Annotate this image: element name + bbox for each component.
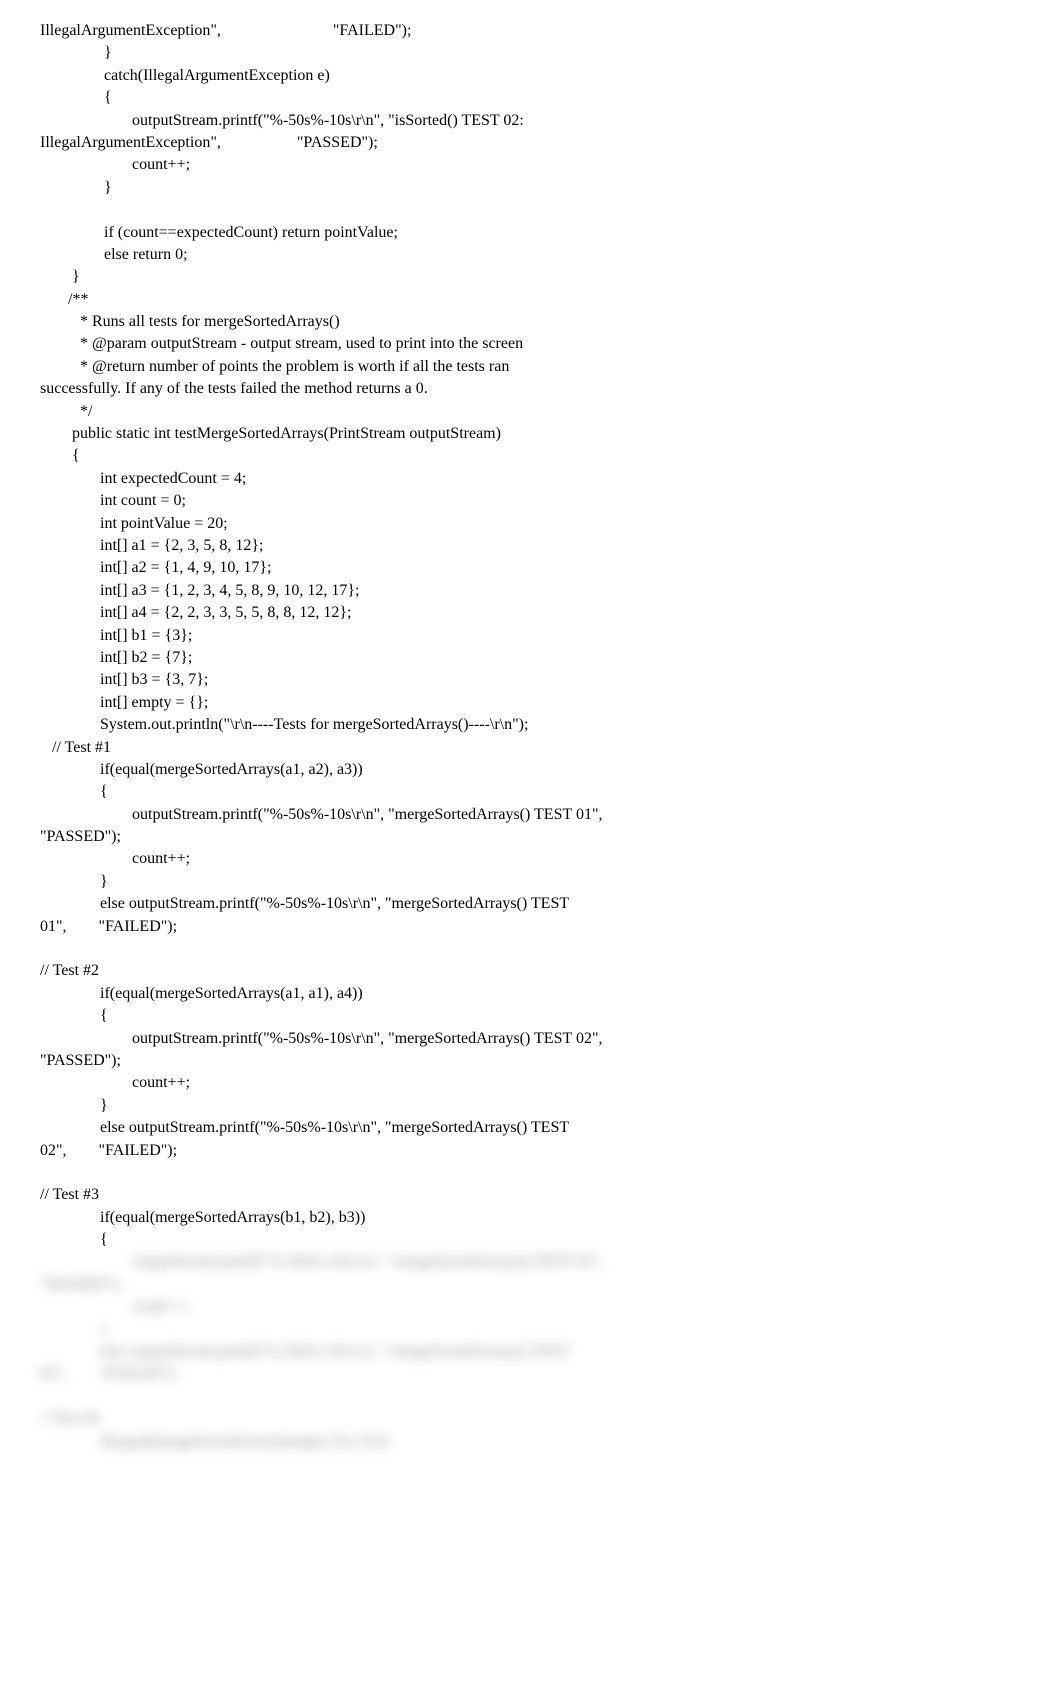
code-line: } (40, 179, 112, 196)
code-line: outputStream.printf("%-50s%-10s\r\n", "m… (40, 806, 603, 823)
code-line: // Test #1 (40, 739, 111, 756)
blurred-line: } (40, 1321, 108, 1338)
code-line: } (40, 268, 80, 285)
code-line: 02", "FAILED"); (40, 1142, 177, 1159)
code-line: outputStream.printf("%-50s%-10s\r\n", "i… (40, 112, 524, 129)
code-line: // Test #3 (40, 1186, 99, 1203)
blurred-line: count++; (40, 1298, 190, 1315)
code-line: else return 0; (40, 246, 188, 263)
code-line: { (40, 1007, 108, 1024)
code-line: * @param outputStream - output stream, u… (40, 335, 523, 352)
blurred-line: else outputStream.printf("%-50s%-10s\r\n… (40, 1343, 569, 1360)
blurred-line: "PASSED"); (40, 1276, 121, 1293)
code-line: int count = 0; (40, 492, 186, 509)
blurred-line: // Test #4 (40, 1410, 99, 1427)
code-line: } (40, 873, 108, 890)
code-line: { (40, 783, 108, 800)
blurred-line: outputStream.printf("%-50s%-10s\r\n", "m… (40, 1253, 603, 1270)
code-line: int[] a4 = {2, 2, 3, 3, 5, 5, 8, 8, 12, … (40, 604, 351, 621)
code-line: outputStream.printf("%-50s%-10s\r\n", "m… (40, 1030, 603, 1047)
code-line: if(equal(mergeSortedArrays(b1, b2), b3)) (40, 1209, 365, 1226)
code-line: if(equal(mergeSortedArrays(a1, a2), a3)) (40, 761, 363, 778)
code-line: int expectedCount = 4; (40, 470, 246, 487)
code-line: { (40, 89, 112, 106)
code-line: catch(IllegalArgumentException e) (40, 67, 330, 84)
code-line: * @return number of points the problem i… (40, 358, 509, 375)
code-line: int[] b1 = {3}; (40, 627, 192, 644)
blurred-line: 03", "FAILED"); (40, 1365, 177, 1382)
code-line: int pointValue = 20; (40, 515, 228, 532)
code-line: int[] a2 = {1, 4, 9, 10, 17}; (40, 559, 271, 576)
code-line: count++; (40, 1074, 190, 1091)
code-line: */ (40, 403, 92, 420)
code-line: } (40, 1097, 108, 1114)
blurred-line: if(equal(mergeSortedArrays(empty, b1), b… (40, 1433, 388, 1450)
code-line: { (40, 447, 80, 464)
code-block: IllegalArgumentException", "FAILED"); } … (40, 20, 1022, 1251)
code-line: int[] a1 = {2, 3, 5, 8, 12}; (40, 537, 263, 554)
code-line: { (40, 1231, 108, 1248)
code-line: "PASSED"); (40, 828, 121, 845)
code-line: count++; (40, 850, 190, 867)
code-line: 01", "FAILED"); (40, 918, 177, 935)
code-line: else outputStream.printf("%-50s%-10s\r\n… (40, 1119, 569, 1136)
code-line: /** (40, 291, 88, 308)
code-line: else outputStream.printf("%-50s%-10s\r\n… (40, 895, 569, 912)
code-line: IllegalArgumentException", "FAILED"); (40, 22, 411, 39)
code-line: int[] b3 = {3, 7}; (40, 671, 208, 688)
code-line: count++; (40, 156, 190, 173)
code-line: } (40, 44, 112, 61)
code-line: int[] empty = {}; (40, 694, 208, 711)
code-line: "PASSED"); (40, 1052, 121, 1069)
code-line: successfully. If any of the tests failed… (40, 380, 428, 397)
code-line: int[] b2 = {7}; (40, 649, 192, 666)
code-line: if(equal(mergeSortedArrays(a1, a1), a4)) (40, 985, 363, 1002)
code-line: // Test #2 (40, 962, 99, 979)
code-line: int[] a3 = {1, 2, 3, 4, 5, 8, 9, 10, 12,… (40, 582, 359, 599)
code-line: * Runs all tests for mergeSortedArrays() (40, 313, 340, 330)
code-line: System.out.println("\r\n----Tests for me… (40, 716, 528, 733)
blurred-code-block: outputStream.printf("%-50s%-10s\r\n", "m… (40, 1251, 1022, 1453)
code-line: public static int testMergeSortedArrays(… (40, 425, 501, 442)
code-line: if (count==expectedCount) return pointVa… (40, 224, 398, 241)
code-line: IllegalArgumentException", "PASSED"); (40, 134, 378, 151)
